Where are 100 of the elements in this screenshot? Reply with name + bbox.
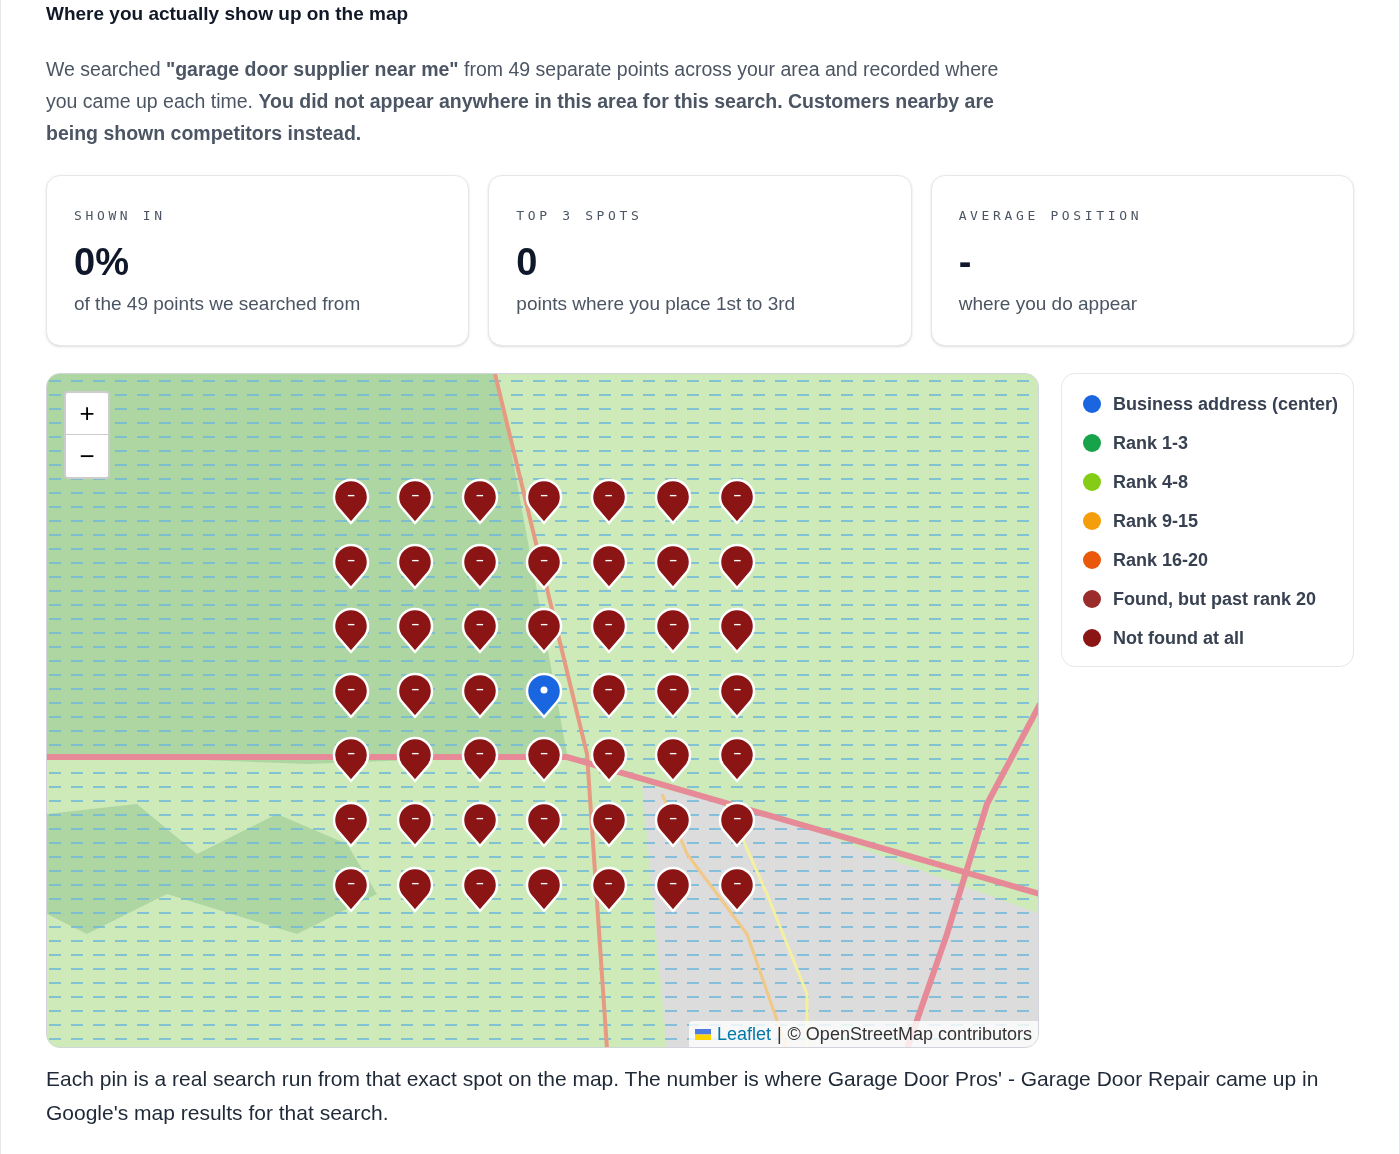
pin-label: – bbox=[346, 809, 356, 827]
pin-label: – bbox=[539, 486, 549, 504]
separator-text: | bbox=[776, 1022, 782, 1046]
pin-label: – bbox=[539, 615, 549, 634]
rank-pin[interactable]: – bbox=[395, 476, 436, 526]
stat-caption: points where you place 1st to 3rd bbox=[516, 291, 797, 316]
rank-pin[interactable]: – bbox=[588, 605, 629, 656]
rank-pin[interactable]: – bbox=[717, 799, 758, 849]
pin-label: – bbox=[668, 486, 678, 504]
pin-label: – bbox=[732, 550, 742, 569]
pin-label: – bbox=[539, 809, 549, 827]
rank-pin[interactable]: – bbox=[459, 799, 500, 849]
pin-label: – bbox=[603, 550, 614, 569]
stat-value: 0 bbox=[516, 239, 539, 284]
pin-label: – bbox=[475, 550, 485, 569]
rank-pin[interactable]: – bbox=[717, 734, 758, 785]
stat-label: AVERAGE POSITION bbox=[958, 207, 1144, 225]
stat-value: 0% bbox=[74, 239, 130, 284]
pin-label: – bbox=[668, 744, 678, 763]
rank-pin[interactable]: – bbox=[459, 476, 500, 526]
pin-label: – bbox=[410, 809, 420, 827]
pin-label: – bbox=[346, 744, 356, 763]
pin-label: – bbox=[603, 486, 614, 504]
pin-label: – bbox=[732, 486, 742, 504]
stat-caption: of the 49 points we searched from bbox=[74, 291, 362, 316]
rank-pin[interactable]: – bbox=[331, 605, 371, 656]
pin-label: – bbox=[668, 809, 678, 827]
stat-label: SHOWN IN bbox=[74, 207, 167, 225]
leaflet-link[interactable]: Leaflet bbox=[716, 1020, 771, 1047]
pin-label: – bbox=[539, 744, 549, 763]
legend-label: Rank 4-8 bbox=[1113, 471, 1189, 494]
pin-label: – bbox=[410, 679, 420, 698]
rank-pin[interactable]: – bbox=[524, 476, 565, 526]
legend-label: Rank 1-3 bbox=[1113, 432, 1189, 455]
pin-label: – bbox=[346, 486, 356, 504]
section-title: Where you actually show up on the map bbox=[46, 2, 410, 26]
legend-label: Rank 16-20 bbox=[1113, 549, 1209, 572]
legend-label: Rank 9-15 bbox=[1113, 510, 1199, 533]
map-panel[interactable]: + − – – – – – – – – – – – – – – – – – – – – – – – – – – – – – – – – – – – – – – – – – – – – – – – – Leaflet | © OpenStreetMap contributors bbox=[46, 373, 1039, 1048]
pin-label: – bbox=[410, 550, 420, 569]
rank-pin[interactable]: – bbox=[717, 605, 758, 656]
pin-label: – bbox=[475, 679, 485, 698]
zoom-in-button[interactable]: + bbox=[66, 393, 108, 435]
pin-label: – bbox=[539, 873, 549, 892]
pin-label: – bbox=[668, 873, 678, 892]
legend-label: Not found at all bbox=[1113, 627, 1244, 650]
pin-label: – bbox=[603, 679, 614, 698]
rank-pin[interactable]: – bbox=[717, 476, 758, 526]
rank-pin[interactable]: – bbox=[653, 476, 693, 526]
pin-label: – bbox=[346, 550, 356, 569]
pin-label: – bbox=[346, 615, 356, 634]
pin-label: – bbox=[732, 615, 742, 634]
pin-label: – bbox=[539, 550, 549, 569]
rank-pin[interactable]: – bbox=[588, 476, 629, 526]
rank-pin[interactable]: – bbox=[653, 799, 693, 849]
pin-label: – bbox=[732, 744, 742, 763]
rank-pin[interactable]: – bbox=[331, 734, 371, 785]
pin-label: – bbox=[475, 873, 485, 892]
pin-label: – bbox=[475, 615, 485, 634]
pin-label: – bbox=[603, 809, 614, 827]
rank-pin[interactable]: – bbox=[524, 799, 565, 849]
rank-pin[interactable]: – bbox=[395, 605, 436, 656]
rank-pin[interactable]: – bbox=[653, 605, 693, 656]
pin-label: – bbox=[732, 873, 742, 892]
rank-pin[interactable]: – bbox=[524, 605, 565, 656]
legend-label: Found, but past rank 20 bbox=[1113, 588, 1317, 611]
stat-label: TOP 3 SPOTS bbox=[516, 207, 644, 225]
pin-label: – bbox=[732, 679, 742, 698]
rank-pin[interactable]: – bbox=[459, 734, 500, 785]
pin-label: – bbox=[475, 809, 485, 827]
pin-label: – bbox=[346, 873, 356, 892]
rank-pin[interactable]: – bbox=[588, 734, 629, 785]
stat-caption: where you do appear bbox=[958, 291, 1139, 316]
rank-pin[interactable]: – bbox=[524, 734, 565, 785]
pin-label: – bbox=[668, 550, 678, 569]
legend-label: Business address (center) bbox=[1113, 393, 1339, 416]
pin-label: – bbox=[603, 615, 614, 634]
stat-value: - bbox=[958, 239, 973, 284]
rank-pin[interactable]: – bbox=[395, 734, 436, 785]
footnote-text: Each pin is a real search run from that exact spot on the map. The number is where Garage Door Pros' - Garage Door Repair came up in Google's map results for that search. bbox=[46, 1066, 1320, 1126]
rank-pin[interactable]: – bbox=[331, 799, 371, 849]
intro-paragraph: We searched "garage door supplier near me" from 49 separate points across your area and recorded where you came up each time. You did not appear anywhere in this area for this search. Customers nearby are being shown competitors instead. bbox=[46, 57, 1000, 146]
pin-label: – bbox=[603, 873, 614, 892]
pin-label: – bbox=[603, 744, 614, 763]
attribution-text: © OpenStreetMap contributors bbox=[787, 1022, 1032, 1046]
pin-label: – bbox=[410, 486, 420, 504]
pin-label: – bbox=[410, 873, 420, 892]
pin-label: – bbox=[668, 615, 678, 634]
pin-label: – bbox=[410, 744, 420, 763]
pin-label: – bbox=[732, 809, 742, 827]
rank-pin[interactable]: – bbox=[588, 799, 629, 849]
pin-label: – bbox=[346, 679, 356, 698]
rank-pin[interactable]: – bbox=[395, 799, 436, 849]
pin-label: – bbox=[475, 486, 485, 504]
flag-icon bbox=[694, 1028, 711, 1040]
rank-pin[interactable]: – bbox=[459, 605, 500, 656]
rank-pin[interactable]: – bbox=[653, 734, 693, 785]
pin-label: – bbox=[668, 679, 678, 698]
pin-label: – bbox=[410, 615, 420, 634]
rank-pin[interactable]: – bbox=[331, 476, 371, 526]
